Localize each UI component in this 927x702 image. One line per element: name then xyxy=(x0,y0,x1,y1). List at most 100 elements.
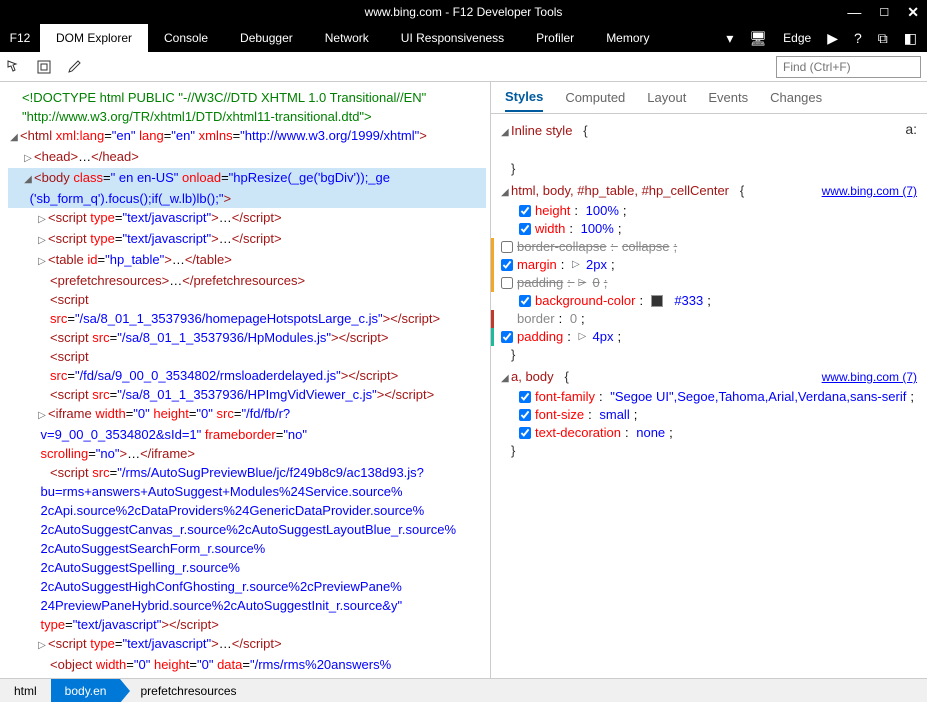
help-icon[interactable]: ? xyxy=(850,28,866,48)
source-link[interactable]: www.bing.com (7) xyxy=(822,368,917,386)
script-tag[interactable]: <script xyxy=(50,349,89,364)
prop-toggle[interactable] xyxy=(501,241,513,253)
prop-name[interactable]: margin xyxy=(517,256,557,274)
collapse-icon[interactable]: ◢ xyxy=(501,370,511,388)
prop-name[interactable]: border-collapse xyxy=(517,238,607,256)
device-icon[interactable]: 🖥 xyxy=(745,28,771,49)
prop-value[interactable]: "Segoe UI",Segoe,Tahoma,Arial,Verdana,sa… xyxy=(610,388,906,406)
expand-toggle[interactable]: ▷ xyxy=(36,210,48,229)
expand-toggle[interactable]: ▷ xyxy=(36,636,48,655)
prop-name[interactable]: padding xyxy=(517,274,563,292)
prop-toggle[interactable] xyxy=(519,205,531,217)
emulation-target[interactable]: Edge xyxy=(779,31,815,45)
minimize-icon[interactable]: — xyxy=(843,4,865,20)
prop-value[interactable]: 0 xyxy=(593,274,600,292)
color-swatch[interactable] xyxy=(651,295,663,307)
styles-tab-styles[interactable]: Styles xyxy=(505,83,543,112)
breadcrumb-body[interactable]: body.en xyxy=(51,679,121,702)
script-tag[interactable]: <script type="text/javascript">…</script… xyxy=(48,636,282,651)
prop-value[interactable]: 0 xyxy=(570,310,577,328)
color-picker-icon[interactable] xyxy=(66,59,82,75)
select-element-icon[interactable] xyxy=(6,59,22,75)
prop-name[interactable]: width xyxy=(535,220,565,238)
chevron-down-icon[interactable]: ▾ xyxy=(722,28,737,49)
expand-toggle[interactable]: ◢ xyxy=(22,170,34,189)
html-tag[interactable]: <html xml:lang="en" lang="en" xmlns="htt… xyxy=(20,128,427,143)
breadcrumb-prefetch[interactable]: prefetchresources xyxy=(120,679,250,702)
tab-dom-explorer[interactable]: DOM Explorer xyxy=(40,24,148,52)
script-tag[interactable]: <script type="text/javascript">…</script… xyxy=(48,231,282,246)
prop-toggle[interactable] xyxy=(519,295,531,307)
expand-icon[interactable]: ▷ xyxy=(572,256,582,274)
styles-tab-events[interactable]: Events xyxy=(708,84,748,111)
prop-toggle[interactable] xyxy=(501,331,513,343)
script-tag[interactable]: <script xyxy=(50,292,89,307)
expand-toggle[interactable]: ▷ xyxy=(36,231,48,250)
breadcrumb-html[interactable]: html xyxy=(0,679,51,702)
prop-toggle[interactable] xyxy=(501,277,513,289)
prefetch-tag[interactable]: <prefetchresources>…</prefetchresources> xyxy=(50,273,305,288)
collapse-icon[interactable]: ◢ xyxy=(501,124,511,142)
highlight-element-icon[interactable] xyxy=(36,59,52,75)
accessibility-icon[interactable]: a: xyxy=(905,120,917,138)
prop-name[interactable]: font-family xyxy=(535,388,595,406)
head-tag[interactable]: <head>…</head> xyxy=(34,149,139,164)
play-icon[interactable]: ▶ xyxy=(823,28,842,49)
script-tag[interactable]: <script type="text/javascript">…</script… xyxy=(48,210,282,225)
prop-value[interactable]: 2px xyxy=(586,256,607,274)
prop-name[interactable]: font-size xyxy=(535,406,584,424)
tab-debugger[interactable]: Debugger xyxy=(224,24,309,52)
undock-icon[interactable]: ◧ xyxy=(900,28,921,49)
table-tag[interactable]: <table id="hp_table">…</table> xyxy=(48,252,232,267)
prop-name[interactable]: background-color xyxy=(535,292,635,310)
close-icon[interactable]: ✕ xyxy=(903,4,923,21)
script-tag[interactable]: <script src="/rms/AutoSugPreviewBlue/jc/… xyxy=(8,465,456,632)
source-link[interactable]: www.bing.com (7) xyxy=(822,182,917,200)
prop-value[interactable]: none xyxy=(636,424,665,442)
prop-value[interactable]: 100% xyxy=(581,220,614,238)
prop-toggle[interactable] xyxy=(501,259,513,271)
styles-content[interactable]: a: ◢Inline style { } www.bing.com (7) ◢h… xyxy=(491,114,927,678)
script-tag[interactable]: <script src="/sa/8_01_1_3537936/HPImgVid… xyxy=(50,387,434,402)
tab-ui-responsiveness[interactable]: UI Responsiveness xyxy=(385,24,520,52)
body-tag[interactable]: <body class=" en en-US" onload="hpResize… xyxy=(8,170,390,206)
prop-toggle[interactable] xyxy=(519,391,531,403)
styles-tab-computed[interactable]: Computed xyxy=(565,84,625,111)
prop-value[interactable]: small xyxy=(599,406,629,424)
prop-toggle[interactable] xyxy=(519,409,531,421)
tab-console[interactable]: Console xyxy=(148,24,224,52)
prop-name[interactable]: padding xyxy=(517,328,563,346)
prop-value[interactable]: collapse xyxy=(622,238,670,256)
dock-icon[interactable]: ⧉ xyxy=(874,28,892,49)
prop-name[interactable]: height xyxy=(535,202,570,220)
expand-icon[interactable]: ▷ xyxy=(579,274,589,292)
script-tag[interactable]: <script src="/sa/8_01_1_3537936/HpModule… xyxy=(50,330,388,345)
rule-selector[interactable]: html, body, #hp_table, #hp_cellCenter xyxy=(511,183,729,198)
dom-tree-panel[interactable]: <!DOCTYPE html PUBLIC "-//W3C//DTD XHTML… xyxy=(0,82,490,678)
maximize-icon[interactable]: ☐ xyxy=(875,6,893,19)
expand-toggle[interactable]: ▷ xyxy=(36,406,48,425)
rule-selector[interactable]: Inline style xyxy=(511,123,572,138)
prop-toggle[interactable] xyxy=(519,223,531,235)
prop-toggle[interactable] xyxy=(519,427,531,439)
expand-toggle[interactable]: ◢ xyxy=(8,128,20,147)
prop-value[interactable]: 4px xyxy=(593,328,614,346)
search-input[interactable] xyxy=(776,56,921,78)
prop-value[interactable]: 100% xyxy=(586,202,619,220)
script-src[interactable]: src="/sa/8_01_1_3537936/homepageHotspots… xyxy=(50,311,440,326)
prop-name[interactable]: text-decoration xyxy=(535,424,621,442)
prop-value[interactable]: #333 xyxy=(674,292,703,310)
expand-toggle[interactable]: ▷ xyxy=(22,149,34,168)
expand-toggle[interactable]: ▷ xyxy=(36,252,48,271)
expand-icon[interactable]: ▷ xyxy=(579,328,589,346)
object-tag[interactable]: <object width="0" height="0" data="/rms/… xyxy=(8,657,437,678)
prop-name[interactable]: border xyxy=(517,310,555,328)
script-src[interactable]: src="/fd/sa/9_00_0_3534802/rmsloaderdela… xyxy=(50,368,398,383)
styles-tab-changes[interactable]: Changes xyxy=(770,84,822,111)
tab-network[interactable]: Network xyxy=(309,24,385,52)
tab-profiler[interactable]: Profiler xyxy=(520,24,590,52)
tab-memory[interactable]: Memory xyxy=(590,24,665,52)
collapse-icon[interactable]: ◢ xyxy=(501,184,511,202)
styles-tab-layout[interactable]: Layout xyxy=(647,84,686,111)
rule-selector[interactable]: a, body xyxy=(511,369,554,384)
